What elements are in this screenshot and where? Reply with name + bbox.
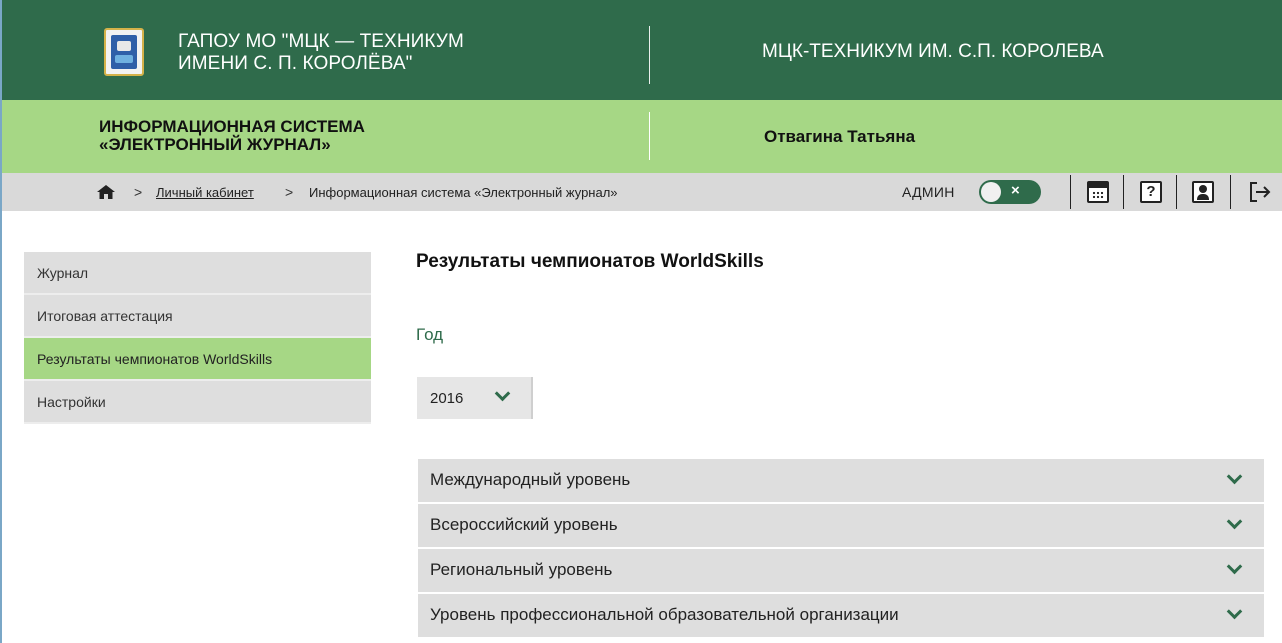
accordion-item-label: Международный уровень <box>430 470 631 489</box>
sidebar-item-journal[interactable]: Журнал <box>24 252 371 295</box>
admin-toggle[interactable]: × <box>979 180 1041 204</box>
help-icon[interactable]: ? <box>1140 181 1162 203</box>
breadcrumb-current: Информационная система «Электронный журн… <box>309 185 618 200</box>
breadcrumb: > Личный кабинет > Информационная систем… <box>2 173 1282 211</box>
system-header: ИНФОРМАЦИОННАЯ СИСТЕМА «ЭЛЕКТРОННЫЙ ЖУРН… <box>2 100 1282 173</box>
college-name: МЦК-ТЕХНИКУМ ИМ. С.П. КОРОЛЕВА <box>762 41 1104 62</box>
top-header: ГАПОУ МО "МЦК — ТЕХНИКУМ ИМЕНИ С. П. КОР… <box>2 0 1282 100</box>
chevron-down-icon <box>494 385 511 402</box>
home-icon[interactable] <box>97 185 115 199</box>
sidebar-item-settings[interactable]: Настройки <box>24 381 371 424</box>
year-label: Год <box>416 325 444 344</box>
system-name: ИНФОРМАЦИОННАЯ СИСТЕМА «ЭЛЕКТРОННЫЙ ЖУРН… <box>99 118 365 154</box>
chevron-down-icon <box>1226 558 1243 575</box>
calendar-icon[interactable] <box>1087 181 1109 203</box>
toolbar-divider <box>1230 175 1231 209</box>
profile-icon[interactable] <box>1192 181 1214 203</box>
close-icon: × <box>1011 182 1020 199</box>
chevron-down-icon <box>1226 468 1243 485</box>
chevron-down-icon <box>1226 513 1243 530</box>
admin-label: АДМИН <box>902 184 955 200</box>
system-name-line2: «ЭЛЕКТРОННЫЙ ЖУРНАЛ» <box>99 135 331 154</box>
accordion-item-organization[interactable]: Уровень профессиональной образовательной… <box>418 594 1264 637</box>
breadcrumb-separator: > <box>134 184 143 200</box>
org-name-line1: ГАПОУ МО "МЦК — ТЕХНИКУМ <box>178 31 464 52</box>
toolbar-divider <box>1176 175 1177 209</box>
sidebar-item-worldskills-results[interactable]: Результаты чемпионатов WorldSkills <box>24 338 371 381</box>
system-name-line1: ИНФОРМАЦИОННАЯ СИСТЕМА <box>99 117 365 136</box>
user-name: Отвагина Татьяна <box>764 127 916 146</box>
subheader-divider <box>649 112 650 160</box>
breadcrumb-separator: > <box>285 184 294 200</box>
breadcrumb-link-cabinet[interactable]: Личный кабинет <box>156 185 254 200</box>
chevron-down-icon <box>1226 603 1243 620</box>
org-name[interactable]: ГАПОУ МО "МЦК — ТЕХНИКУМ ИМЕНИ С. П. КОР… <box>178 31 464 75</box>
college-logo-icon[interactable] <box>104 28 144 76</box>
page: ГАПОУ МО "МЦК — ТЕХНИКУМ ИМЕНИ С. П. КОР… <box>0 0 1282 643</box>
year-select-value: 2016 <box>430 390 464 407</box>
year-select[interactable]: 2016 <box>417 377 533 419</box>
accordion-item-label: Всероссийский уровень <box>430 515 618 534</box>
sidebar-menu: Журнал Итоговая аттестация Результаты че… <box>24 252 371 424</box>
accordion-item-label: Региональный уровень <box>430 560 613 579</box>
toolbar-divider <box>1123 175 1124 209</box>
accordion-item-international[interactable]: Международный уровень <box>418 459 1264 502</box>
toolbar-divider <box>1070 175 1071 209</box>
accordion-item-national[interactable]: Всероссийский уровень <box>418 504 1264 547</box>
accordion-item-regional[interactable]: Региональный уровень <box>418 549 1264 592</box>
logout-icon[interactable] <box>1249 181 1271 203</box>
header-divider <box>649 26 650 84</box>
levels-accordion: Международный уровень Всероссийский уров… <box>418 459 1264 639</box>
toggle-knob <box>981 182 1001 202</box>
page-title: Результаты чемпионатов WorldSkills <box>416 251 764 272</box>
sidebar-item-final-certification[interactable]: Итоговая аттестация <box>24 295 371 338</box>
org-name-line2: ИМЕНИ С. П. КОРОЛЁВА" <box>178 53 413 74</box>
accordion-item-label: Уровень профессиональной образовательной… <box>430 605 899 624</box>
